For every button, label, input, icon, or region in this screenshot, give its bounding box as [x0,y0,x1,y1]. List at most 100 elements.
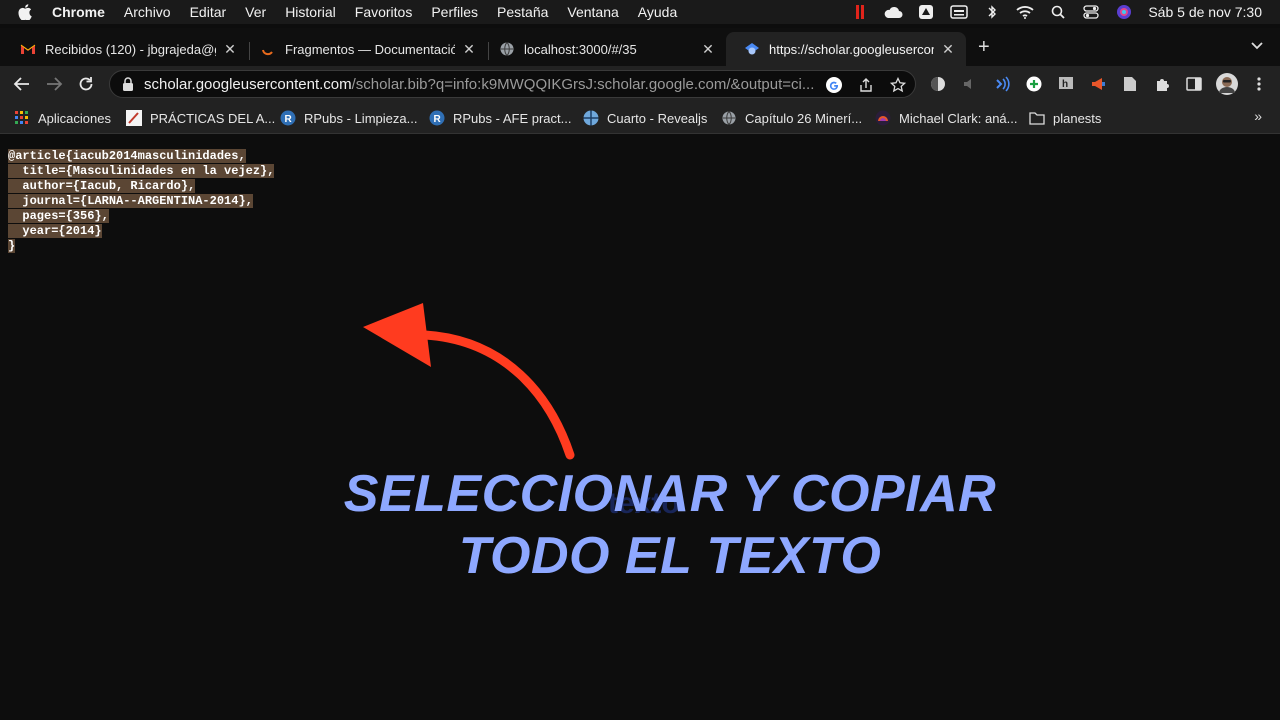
speaker-mute-icon[interactable] [961,75,979,93]
folder-icon [1029,110,1045,126]
red-curved-arrow-icon [363,303,575,460]
control-center-icon[interactable] [1081,4,1101,20]
menu-favoritos[interactable]: Favoritos [355,4,413,20]
read-aloud-icon[interactable] [993,75,1011,93]
bookmark-star-icon[interactable] [889,76,907,94]
menu-ventana[interactable]: Ventana [567,4,618,20]
bookmark-practicas[interactable]: PRÁCTICAS DEL A... [126,109,275,127]
svg-text:R: R [434,114,442,125]
side-panel-icon[interactable] [1185,75,1203,93]
tab-title: localhost:3000/#/35 [524,41,637,57]
tab-title: Recibidos (120) - jbgrajeda@gm [45,41,216,57]
siri-icon[interactable] [1114,4,1134,20]
instruction-overlay: SELECCIONAR Y COPIAR TODO EL TEXTO [300,463,1040,587]
bookmark-label: Cuarto - Revealjs [607,110,708,126]
scholar-icon [744,41,760,57]
bibtex-line: author={Iacub, Ricardo}, [8,179,196,193]
url-text[interactable]: scholar.googleusercontent.com/scholar.bi… [144,76,824,93]
practicas-icon [126,110,142,126]
svg-text:h: h [1062,79,1068,90]
instruction-line-1: SELECCIONAR Y COPIAR [343,465,997,523]
quarto-icon [583,110,599,126]
spinner-icon [260,41,276,57]
address-bar[interactable]: scholar.googleusercontent.com/scholar.bi… [109,70,916,98]
extensions-puzzle-icon[interactable] [1153,75,1171,93]
bibtex-line: @article{iacub2014masculinidades, [8,149,246,163]
document-extension-icon[interactable] [1121,75,1139,93]
bibtex-citation[interactable]: @article{iacub2014masculinidades, title=… [8,149,275,254]
menu-bar-clock[interactable]: Sáb 5 de nov 7:30 [1148,4,1262,20]
add-green-icon[interactable] [1025,75,1043,93]
bookmark-capitulo-26[interactable]: Capítulo 26 Minerí... [721,109,862,127]
bookmark-rpubs-afe[interactable]: R RPubs - AFE pract... [429,109,572,127]
bookmark-rpubs-limpieza[interactable]: R RPubs - Limpieza... [280,109,417,127]
wifi-icon[interactable] [1015,4,1035,20]
url-path: /scholar.bib?q=info:k9MWQQIKGrsJ:scholar… [351,75,815,93]
parallels-icon[interactable] [850,4,870,20]
profile-avatar[interactable] [1216,73,1238,95]
lock-icon[interactable] [122,77,134,91]
globe-icon [499,41,515,57]
status-area: Sáb 5 de nov 7:30 [837,0,1280,24]
bibtex-line: year={2014} [8,224,102,238]
menu-perfiles[interactable]: Perfiles [431,4,478,20]
apple-logo-icon[interactable] [18,4,36,20]
bookmark-label: Michael Clark: aná... [899,110,1018,126]
bookmarks-bar: Aplicaciones PRÁCTICAS DEL A... R RPubs … [0,102,1280,134]
tab-scholar[interactable]: https://scholar.googleusercont ✕ [726,32,966,66]
bookmark-folder-planests[interactable]: planests [1029,109,1101,127]
url-host: scholar.googleusercontent.com [144,75,352,93]
bookmark-label: Capítulo 26 Minerí... [745,110,863,126]
bookmark-label: RPubs - AFE pract... [453,110,572,126]
bluetooth-icon[interactable] [982,4,1002,20]
rpubs-icon: R [429,110,445,126]
browser-toolbar: scholar.googleusercontent.com/scholar.bi… [0,66,1280,102]
bookmark-michael-clark[interactable]: Michael Clark: aná... [875,109,1018,127]
bookmark-label: RPubs - Limpieza... [304,110,418,126]
bibtex-line: journal={LARNA--ARGENTINA-2014}, [8,194,253,208]
menu-editar[interactable]: Editar [190,4,227,20]
share-icon[interactable] [857,76,875,94]
announce-extension-icon[interactable] [1089,75,1107,93]
bookmark-cuarto-revealjs[interactable]: Cuarto - Revealjs [583,109,707,127]
google-lens-icon[interactable] [825,76,843,94]
menu-pestana[interactable]: Pestaña [497,4,548,20]
close-tab-icon[interactable]: ✕ [222,41,238,58]
menu-historial[interactable]: Historial [285,4,336,20]
tab-title: https://scholar.googleusercont [769,41,934,57]
reload-icon[interactable] [76,74,96,94]
menu-chrome[interactable]: Chrome [52,4,105,20]
bookmark-aplicaciones[interactable]: Aplicaciones [14,109,111,127]
macos-menu-bar: Chrome Archivo Editar Ver Historial Favo… [0,0,1280,24]
tab-localhost[interactable]: localhost:3000/#/35 ✕ [481,32,726,66]
tab-search-chevron-icon[interactable] [1250,38,1264,56]
tab-strip: Recibidos (120) - jbgrajeda@gm ✕ Fragmen… [0,28,1280,66]
gmail-icon [20,41,36,57]
menu-ayuda[interactable]: Ayuda [638,4,677,20]
forward-arrow-icon[interactable] [44,74,64,94]
menu-ver[interactable]: Ver [245,4,266,20]
close-tab-icon[interactable]: ✕ [940,41,956,58]
menu-archivo[interactable]: Archivo [124,4,171,20]
drive-icon[interactable] [916,4,936,20]
bookmark-label: Aplicaciones [38,110,111,126]
clark-icon [875,110,891,126]
new-tab-icon[interactable]: + [978,36,990,59]
keyboard-icon[interactable] [949,4,969,20]
chrome-menu-icon[interactable] [1250,75,1268,93]
bookmarks-overflow-icon[interactable]: » [1254,108,1262,124]
back-arrow-icon[interactable] [12,74,32,94]
tab-fragmentos[interactable]: Fragmentos — Documentación ✕ [242,32,487,66]
close-tab-icon[interactable]: ✕ [461,41,477,58]
hypothesis-icon[interactable]: h [1057,75,1075,93]
bookmark-label: PRÁCTICAS DEL A... [150,110,276,126]
search-icon[interactable] [1048,4,1068,20]
bibtex-line: } [8,239,16,253]
apps-grid-icon [14,110,30,126]
svg-text:R: R [285,114,293,125]
rpubs-icon: R [280,110,296,126]
dark-reader-icon[interactable] [929,75,947,93]
close-tab-icon[interactable]: ✕ [700,41,716,58]
tab-gmail[interactable]: Recibidos (120) - jbgrajeda@gm ✕ [2,32,248,66]
cloud-icon[interactable] [883,4,903,20]
